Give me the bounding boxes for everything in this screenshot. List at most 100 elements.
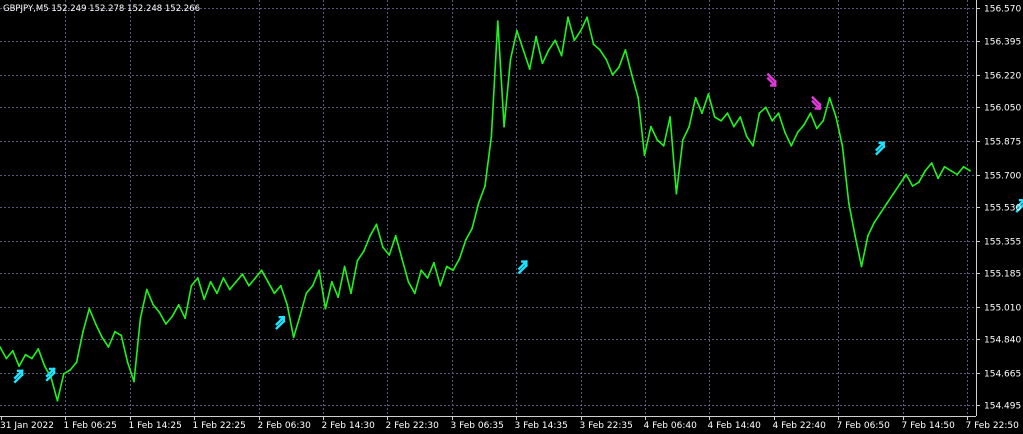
- price-point: [599, 49, 601, 51]
- price-point: [790, 144, 793, 147]
- price-point: [752, 144, 754, 147]
- price-point: [567, 16, 569, 19]
- price-point: [745, 135, 748, 138]
- time-tick-label: 4 Feb 06:40: [644, 421, 698, 431]
- price-point: [943, 165, 946, 168]
- price-point: [248, 284, 250, 287]
- price-point: [560, 54, 563, 57]
- price-point: [803, 123, 805, 126]
- price-point: [535, 35, 537, 38]
- price-point: [573, 39, 576, 42]
- price-point: [784, 131, 786, 134]
- price-point: [905, 173, 908, 176]
- price-point: [330, 280, 333, 283]
- price-point: [190, 284, 193, 287]
- price-point: [407, 280, 410, 283]
- price-point: [126, 361, 129, 364]
- time-tick-label: 3 Feb 14:35: [515, 421, 568, 431]
- price-point: [158, 311, 161, 314]
- time-tick-label: 1 Feb 06:25: [64, 421, 117, 431]
- price-point: [713, 116, 716, 118]
- price-point: [101, 336, 103, 339]
- price-point: [279, 284, 282, 287]
- price-point: [522, 49, 525, 51]
- price-point: [241, 273, 244, 276]
- price-point: [835, 116, 837, 118]
- price-point: [445, 265, 448, 268]
- price-point: [969, 169, 971, 172]
- price-point: [433, 261, 435, 264]
- price-point: [918, 181, 920, 184]
- price-point: [624, 49, 627, 51]
- price-point: [911, 185, 914, 187]
- price-point: [675, 192, 678, 195]
- price-point: [822, 119, 825, 122]
- price-tick-label: 155.355: [984, 238, 1021, 248]
- price-point: [254, 277, 257, 279]
- time-tick-label: 1 Feb 22:25: [193, 421, 246, 431]
- time-tick-label: 3 Feb 06:35: [451, 421, 504, 431]
- price-point: [854, 234, 856, 237]
- price-point: [350, 292, 352, 295]
- time-tick-label: 31 Jan 2022: [0, 421, 54, 431]
- price-point: [733, 125, 735, 128]
- price-tick-label: 154.840: [984, 336, 1021, 346]
- price-point: [11, 349, 14, 352]
- price-point: [401, 257, 403, 260]
- price-point: [292, 336, 295, 339]
- price-tick-label: 155.875: [984, 138, 1021, 148]
- price-point: [892, 192, 895, 195]
- price-point: [184, 317, 187, 320]
- price-point: [362, 250, 365, 253]
- price-point: [43, 365, 46, 368]
- price-point: [841, 144, 844, 147]
- price-point: [114, 330, 116, 333]
- price-point: [484, 185, 486, 187]
- price-point: [962, 165, 965, 168]
- time-tick-label: 7 Feb 06:50: [837, 421, 891, 431]
- price-point: [228, 288, 231, 291]
- price-point: [145, 288, 148, 291]
- price-point: [547, 49, 550, 51]
- price-point: [31, 357, 33, 360]
- price-tick-label: 155.010: [984, 304, 1021, 314]
- price-point: [5, 357, 8, 360]
- price-point: [771, 119, 774, 122]
- price-point: [956, 173, 959, 176]
- price-point: [937, 177, 939, 180]
- price-point: [637, 96, 640, 99]
- price-point: [299, 315, 301, 318]
- price-point: [950, 169, 952, 172]
- price-point: [809, 112, 812, 115]
- price-tick-label: 155.530: [984, 204, 1021, 214]
- symbol-header: GBPJPY,M5 152.249 152.278 152.248 152.26…: [3, 4, 200, 14]
- price-point: [726, 112, 729, 115]
- price-point: [847, 202, 850, 205]
- price-point: [69, 369, 72, 371]
- price-point: [216, 292, 218, 295]
- price-point: [592, 43, 595, 46]
- price-point: [815, 127, 818, 130]
- price-point: [611, 73, 614, 76]
- chart-background: [0, 0, 1023, 434]
- time-tick-label: 2 Feb 22:30: [386, 421, 440, 431]
- price-point: [311, 284, 314, 287]
- price-point: [630, 73, 633, 76]
- price-tick-label: 156.220: [984, 72, 1021, 82]
- price-tick-label: 154.665: [984, 370, 1021, 380]
- price-point: [828, 96, 831, 99]
- price-point: [701, 112, 703, 115]
- time-tick-label: 7 Feb 14:50: [902, 421, 956, 431]
- price-tick-label: 156.050: [984, 104, 1021, 114]
- price-point: [720, 119, 722, 122]
- price-point: [394, 234, 397, 237]
- time-tick-label: 4 Feb 22:40: [773, 421, 827, 431]
- price-point: [82, 330, 84, 333]
- price-chart[interactable]: 156.570 156.395 156.220 156.050 155.875 155.7…: [0, 0, 1023, 434]
- price-point: [369, 234, 371, 237]
- price-tick-label: 155.185: [984, 270, 1021, 280]
- price-point: [739, 116, 742, 118]
- price-point: [662, 144, 665, 147]
- price-point: [503, 125, 505, 128]
- price-point: [120, 334, 123, 337]
